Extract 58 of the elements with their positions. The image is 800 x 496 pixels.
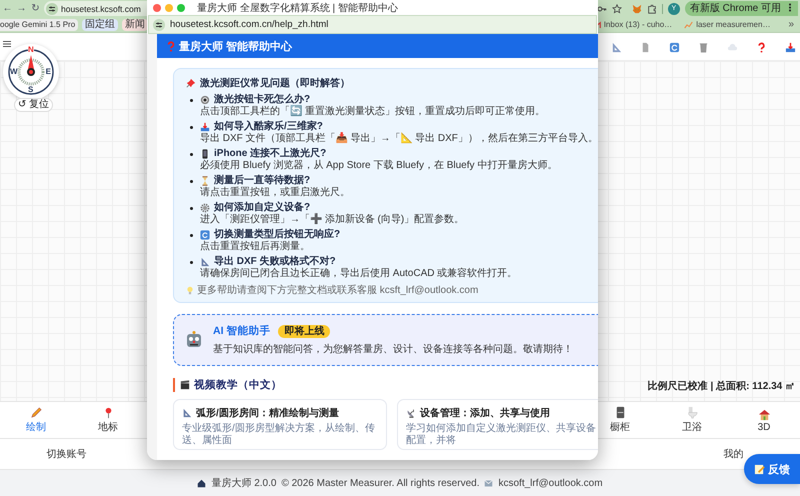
nav-tab[interactable]: 橱柜 <box>596 402 644 438</box>
url-text: housetest.kcsoft.com.cn/help_zh.html <box>170 19 328 30</box>
ai-title: AI 智能助手 <box>213 324 270 338</box>
faq-question: 激光按钮卡死怎么办? <box>214 94 310 105</box>
coming-soon-badge: 即将上线 <box>278 324 330 338</box>
account-link[interactable]: 我的 <box>724 447 744 461</box>
bookmark-group[interactable]: 新闻 <box>122 18 148 30</box>
compass-letter: E <box>46 68 51 76</box>
reload-button[interactable]: ↻ <box>30 2 41 16</box>
window-title: 量房大师 全屋数字化精算系统 | 智能帮助中心 <box>197 2 398 14</box>
faq-question: 如何添加自定义设备? <box>214 202 310 214</box>
bookmark[interactable]: laser measuremen… <box>684 20 770 29</box>
faq-answer: 进入「测距仪管理」→「➕ 添加新设备 (向导)」配置参数。 <box>199 214 466 226</box>
update-chrome-button[interactable]: 有新版 Chrome 可用 <box>684 1 783 16</box>
faq-answer: 点击顶部工具栏的「🔄 重置激光测量状态」按钮，重置成功后即可正常使用。 <box>199 106 546 118</box>
contact-email[interactable]: kcsoft_lrf@outlook.com <box>498 478 603 488</box>
faq-question: 测量后一直等待数据? <box>214 175 310 186</box>
faq-title: 激光测距仪常见问题（即时解答） <box>200 76 350 90</box>
compass-letter: N <box>28 46 34 54</box>
more-bookmarks-button[interactable]: » <box>788 19 794 30</box>
compass-letter: S <box>28 86 34 94</box>
faq-question: 导出 DXF 失败或格式不对? <box>214 256 336 268</box>
section-title: 视频教学（中文） <box>194 378 282 392</box>
chrome-menu-button[interactable]: ⋮ <box>783 1 798 16</box>
account-link[interactable]: 切换账号 <box>46 447 86 461</box>
header-title: 量房大师 智能帮助中心 <box>179 40 292 54</box>
faq-answer: 请确保房间已闭合且边长正确，导出后使用 AutoCAD 或兼容软件打开。 <box>199 268 518 280</box>
bookmark-group[interactable]: 固定组 <box>82 18 118 30</box>
nav-tab[interactable]: 卫浴 <box>668 402 716 438</box>
nav-tab[interactable]: 3D <box>740 402 788 438</box>
video-title: 设备管理：添加、共享与使用 <box>420 406 550 420</box>
faq-answer: 必须使用 Bluefy 浏览器，从 App Store 下载 Bluefy，在 Bluefy 中打开量房大师。 <box>199 160 558 172</box>
back-button[interactable]: ← <box>2 2 13 16</box>
video-card[interactable]: 设备管理：添加、共享与使用 学习如何添加自定义激光测距仪、共享设备配置，并将 <box>396 399 598 450</box>
copyright-text: © 2026 Master Measurer. All rights reserved. <box>281 478 480 488</box>
bookmark-group[interactable]: oogle Gemini 1.5 Pro <box>0 18 78 30</box>
ai-description: 基于知识库的智能问答，为您解答量房、设计、设备连接等各种问题。敬请期待！ <box>213 342 573 356</box>
nav-tab[interactable]: 绘制 <box>12 402 60 438</box>
forward-button[interactable]: → <box>16 2 27 16</box>
faq-answer: 点击重置按钮后再测量。 <box>199 241 311 253</box>
address-bar[interactable]: housetest.kcsoft.com.cn/help_zh.html <box>148 15 597 34</box>
faq-question: 切换测量类型后按钮无响应? <box>214 229 340 240</box>
video-description: 专业级弧形/圆形房型解决方案，从绘制、传送、属性面 <box>182 423 376 447</box>
faq-answer: 导出 DXF 文件（顶部工具栏「📥 导出」→「📐 导出 DXF」），然后在第三方平台导入。 <box>199 133 598 145</box>
video-card[interactable]: 弧形/圆形房间：精准绘制与测量 专业级弧形/圆形房型解决方案，从绘制、传送、属性面 <box>173 399 387 450</box>
video-title: 弧形/圆形房间：精准绘制与测量 <box>196 406 339 420</box>
nav-tab[interactable]: 地标 <box>84 402 132 438</box>
url-text: housetest.kcsoft.com <box>61 4 141 14</box>
faq-question: iPhone 连接不上激光尺? <box>214 148 326 160</box>
faq-answer: 请点击重置按钮，或重启激光尺。 <box>199 187 351 199</box>
feedback-button[interactable]: 反馈 <box>744 454 800 484</box>
app-version: 量房大师 2.0.0 <box>211 476 276 490</box>
compass-letter: W <box>10 68 18 76</box>
help-hint: 更多帮助请查阅下方完整文档或联系客服 kcsft_lrf@outlook.com <box>197 284 478 297</box>
reset-button[interactable]: ↺ 复位 <box>14 98 54 112</box>
area-status: 比例尺已校准 | 总面积: 112.34 ㎡ <box>648 380 795 393</box>
faq-question: 如何导入酷家乐/三维家? <box>214 121 323 132</box>
video-description: 学习如何添加自定义激光测距仪、共享设备配置，并将 <box>406 423 597 447</box>
